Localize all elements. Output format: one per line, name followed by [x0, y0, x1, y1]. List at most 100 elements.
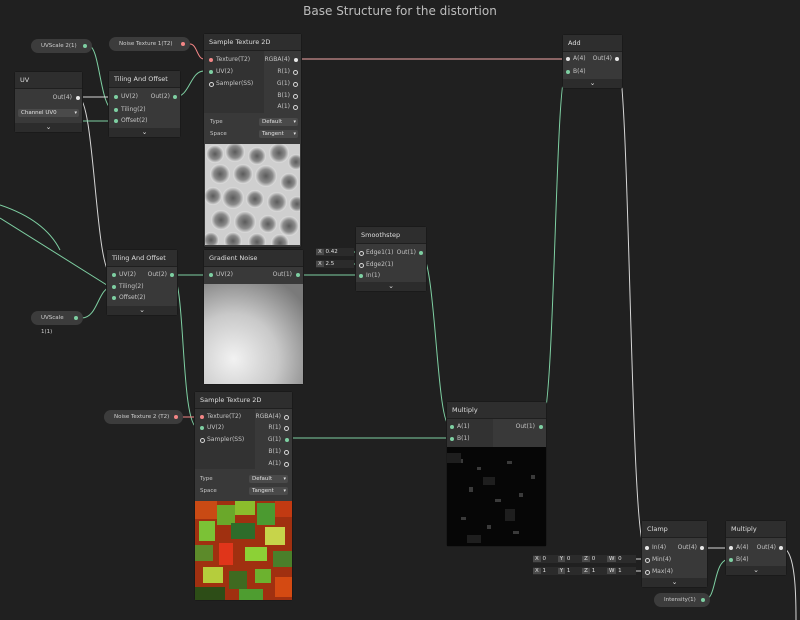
- output-port[interactable]: [74, 316, 78, 320]
- collapse-toggle[interactable]: ⌄: [109, 128, 180, 137]
- property-noise-texture-2[interactable]: Noise Texture 2 (T2): [104, 410, 183, 424]
- input-port[interactable]: [200, 438, 205, 443]
- sample-texture-2d-node-1[interactable]: Sample Texture 2D Texture(T2) UV(2) Samp…: [204, 34, 301, 247]
- collapse-toggle[interactable]: ⌄: [15, 123, 82, 132]
- input-port[interactable]: [359, 274, 363, 278]
- dropdown-value: Default: [262, 119, 283, 125]
- output-port[interactable]: [615, 57, 619, 61]
- output-port[interactable]: [284, 426, 289, 431]
- input-port[interactable]: [114, 119, 118, 123]
- input-port[interactable]: [450, 425, 454, 429]
- type-dropdown[interactable]: Default ▾: [259, 118, 298, 126]
- smoothstep-node[interactable]: Smoothstep Edge1(1) Edge2(1) In(1) Out(1…: [356, 227, 426, 291]
- input-port[interactable]: [114, 108, 118, 112]
- shader-graph-canvas[interactable]: Base Structure for the distortion UVScal…: [0, 0, 800, 620]
- node-title: Sample Texture 2D: [195, 392, 292, 409]
- input-port[interactable]: [729, 558, 733, 562]
- output-port[interactable]: [293, 94, 298, 99]
- property-noise-texture-1[interactable]: Noise Texture 1(T2): [109, 37, 190, 51]
- wire: [77, 96, 113, 276]
- axis-label: X: [316, 249, 324, 255]
- output-port[interactable]: [293, 70, 298, 75]
- property-label: Intensity(1): [664, 597, 696, 603]
- input-port[interactable]: [359, 263, 364, 268]
- output-port[interactable]: [173, 95, 177, 99]
- channel-dropdown[interactable]: Channel UV0 ▾: [18, 109, 79, 117]
- uv-node[interactable]: UV Out(4) Channel UV0 ▾ ⌄: [15, 72, 82, 132]
- input-port[interactable]: [209, 70, 213, 74]
- output-port[interactable]: [700, 546, 704, 550]
- output-port[interactable]: [293, 82, 298, 87]
- value: 0: [618, 556, 622, 562]
- output-port[interactable]: [294, 58, 298, 62]
- multiply-node-2[interactable]: Multiply A(4) B(4) Out(4) ⌄: [726, 521, 786, 575]
- input-port[interactable]: [729, 546, 733, 550]
- input-port[interactable]: [359, 251, 364, 256]
- property-intensity[interactable]: Intensity(1): [654, 593, 710, 607]
- output-port[interactable]: [419, 251, 423, 255]
- collapse-toggle[interactable]: ⌄: [642, 578, 707, 587]
- output-port[interactable]: [284, 415, 289, 420]
- space-dropdown[interactable]: Tangent ▾: [259, 130, 298, 138]
- output-port[interactable]: [83, 44, 87, 48]
- output-port[interactable]: [293, 105, 298, 110]
- output-port[interactable]: [284, 450, 289, 455]
- output-port[interactable]: [701, 598, 705, 602]
- space-label: Space: [210, 131, 227, 137]
- input-port[interactable]: [112, 273, 116, 277]
- type-dropdown[interactable]: Default ▾: [249, 475, 288, 483]
- output-port[interactable]: [284, 462, 289, 467]
- input-port[interactable]: [450, 437, 454, 441]
- input-port[interactable]: [112, 285, 116, 289]
- wire: [189, 43, 205, 60]
- input-port[interactable]: [645, 570, 650, 575]
- chevron-down-icon: ▾: [283, 488, 286, 494]
- port-label: Tiling(2): [121, 106, 146, 113]
- tiling-offset-node-1[interactable]: Tiling And Offset UV(2) Tiling(2) Offset…: [109, 71, 180, 137]
- input-port[interactable]: [209, 273, 213, 277]
- output-port[interactable]: [539, 425, 543, 429]
- port-label: Out(4): [756, 544, 776, 551]
- clamp-max-input[interactable]: X 1 Y 1 Z 1 W 1: [533, 567, 636, 575]
- input-port[interactable]: [209, 82, 214, 87]
- multiply-node-1[interactable]: Multiply A(1) B(1) Out(1): [447, 402, 546, 546]
- input-port[interactable]: [645, 546, 649, 550]
- output-port[interactable]: [779, 546, 783, 550]
- output-port[interactable]: [181, 42, 185, 46]
- input-port[interactable]: [200, 426, 204, 430]
- add-node[interactable]: Add A(4) B(4) Out(4) ⌄: [563, 35, 622, 88]
- node-title: Multiply: [447, 402, 546, 419]
- property-uvscale2[interactable]: UVScale 2(1): [31, 39, 92, 53]
- clamp-min-input[interactable]: X 0 Y 0 Z 0 W 0: [533, 555, 636, 563]
- input-port[interactable]: [200, 415, 204, 419]
- collapse-toggle[interactable]: ⌄: [563, 79, 622, 88]
- tiling-offset-node-2[interactable]: Tiling And Offset UV(2) Tiling(2) Offset…: [107, 250, 177, 315]
- input-port[interactable]: [114, 95, 118, 99]
- edge2-input[interactable]: X 2.5: [316, 260, 354, 268]
- axis-label: W: [606, 568, 617, 574]
- output-port[interactable]: [285, 438, 289, 442]
- input-port[interactable]: [566, 70, 570, 74]
- collapse-toggle[interactable]: ⌄: [356, 282, 426, 291]
- output-port[interactable]: [174, 415, 178, 419]
- collapse-toggle[interactable]: ⌄: [726, 566, 786, 575]
- output-port[interactable]: [296, 273, 300, 277]
- input-port[interactable]: [209, 58, 213, 62]
- input-port[interactable]: [112, 296, 116, 300]
- gradient-noise-node[interactable]: Gradient Noise UV(2) Out(1): [204, 250, 303, 384]
- edge1-input[interactable]: X 0.42: [316, 248, 354, 256]
- output-port[interactable]: [76, 96, 80, 100]
- port-label: A(1): [268, 460, 281, 467]
- port-label: Offset(2): [121, 117, 148, 124]
- input-port[interactable]: [566, 57, 570, 61]
- collapse-toggle[interactable]: ⌄: [107, 306, 177, 315]
- port-label: Offset(2): [119, 294, 146, 301]
- input-port[interactable]: [645, 558, 650, 563]
- space-dropdown[interactable]: Tangent ▾: [249, 487, 288, 495]
- property-uvscale1[interactable]: UVScale 1(1): [31, 311, 83, 335]
- clamp-node[interactable]: Clamp In(4) Min(4) Max(4) Out(4) ⌄: [642, 521, 707, 587]
- axis-label: X: [316, 261, 324, 267]
- sample-texture-2d-node-2[interactable]: Sample Texture 2D Texture(T2) UV(2) Samp…: [195, 392, 292, 600]
- axis-label: Z: [582, 568, 590, 574]
- output-port[interactable]: [170, 273, 174, 277]
